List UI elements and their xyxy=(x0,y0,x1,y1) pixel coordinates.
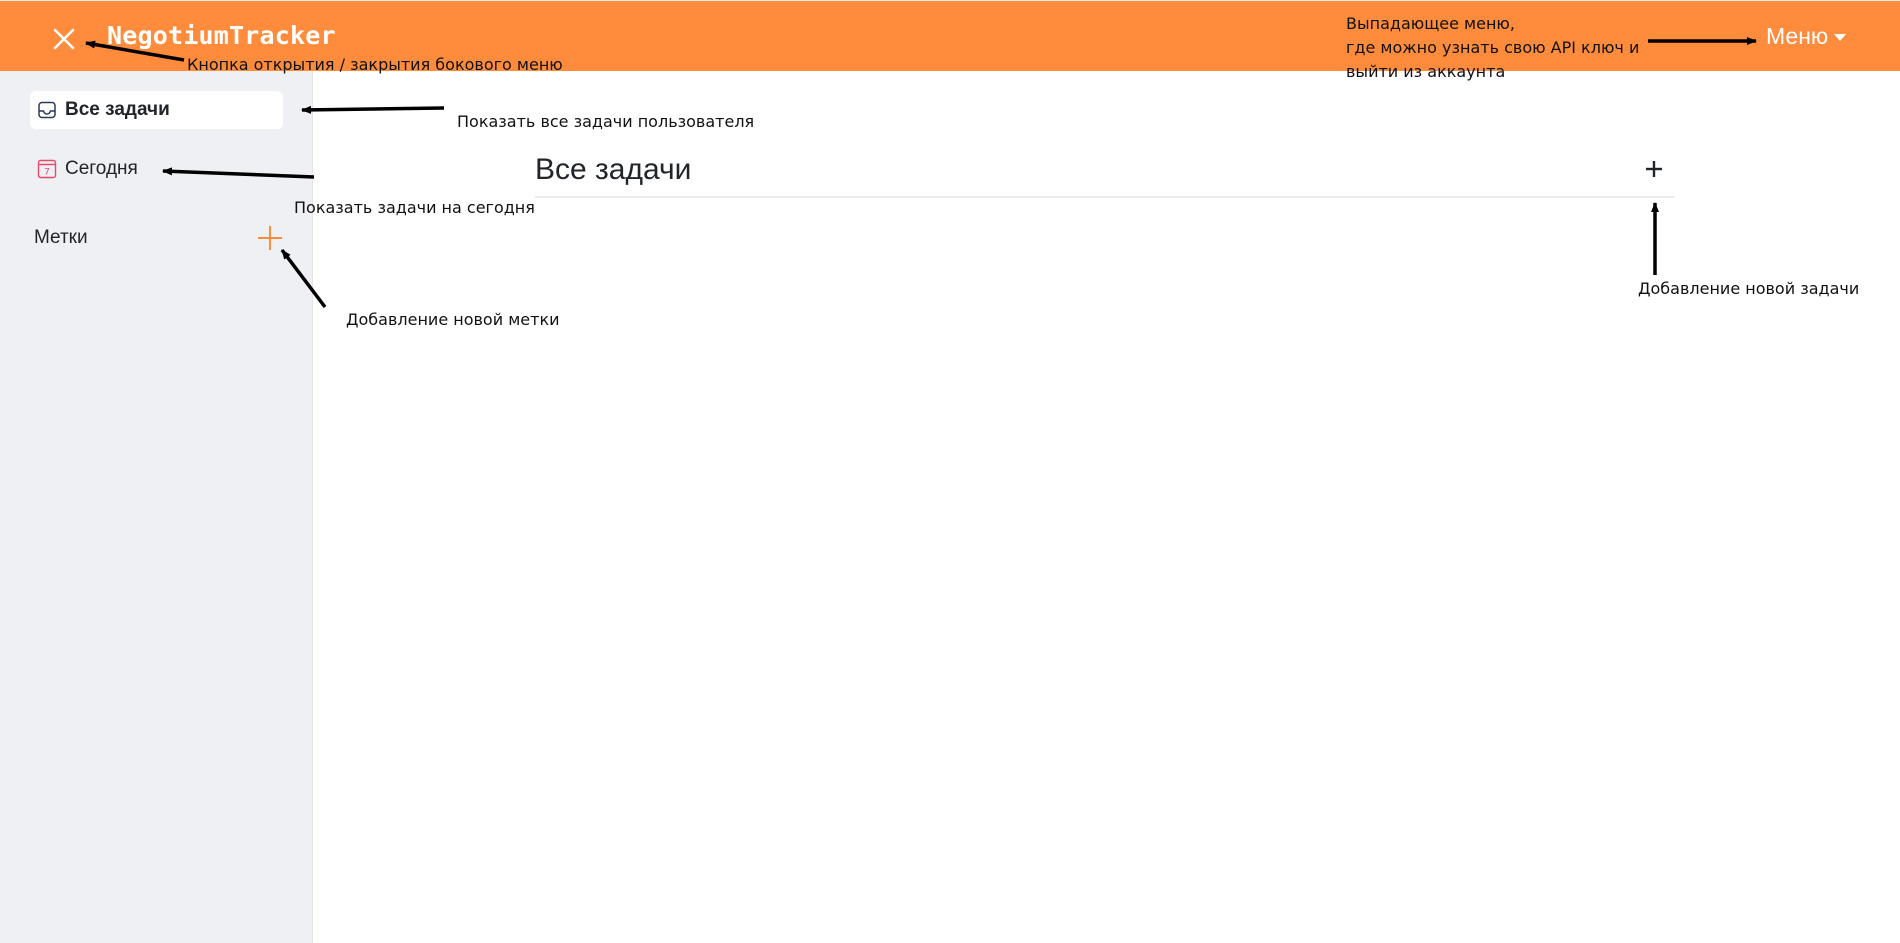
sidebar-item-all-tasks[interactable]: Все задачи xyxy=(30,91,283,129)
add-task-button[interactable] xyxy=(1641,156,1667,182)
main-header: Все задачи xyxy=(535,150,1675,198)
labels-section-header: Метки xyxy=(34,218,284,258)
sidebar-toggle-button[interactable] xyxy=(48,23,80,55)
menu-label: Меню xyxy=(1766,23,1829,49)
annotation-menu-line-1: Выпадающее меню, xyxy=(1346,14,1515,33)
annotation-menu-line-3: выйти из аккаунта xyxy=(1346,62,1506,81)
sidebar-item-label: Все задачи xyxy=(65,99,170,120)
svg-text:7: 7 xyxy=(44,168,50,178)
sidebar-item-label: Сегодня xyxy=(65,158,138,179)
labels-title: Метки xyxy=(34,227,88,248)
annotation-add-task: Добавление новой задачи xyxy=(1638,279,1860,298)
annotation-all-tasks: Показать все задачи пользователя xyxy=(457,112,755,131)
page-title: Все задачи xyxy=(535,153,692,186)
sidebar-item-today[interactable]: 7 Сегодня xyxy=(30,150,283,188)
close-icon xyxy=(53,28,75,50)
annotation-today: Показать задачи на сегодня xyxy=(294,198,535,217)
plus-icon xyxy=(1646,161,1662,177)
add-label-button[interactable] xyxy=(256,224,284,252)
sidebar: Все задачи 7 Сегодня Метки xyxy=(0,71,313,943)
annotation-menu-line-2: где можно узнать свою API ключ и xyxy=(1346,38,1640,57)
inbox-icon xyxy=(36,99,58,121)
calendar-today-icon: 7 xyxy=(36,158,58,180)
annotation-add-label: Добавление новой метки xyxy=(346,310,560,329)
plus-icon xyxy=(258,226,282,250)
caret-down-icon xyxy=(1834,34,1847,41)
brand-logo[interactable]: NegotiumTracker xyxy=(107,21,336,50)
user-menu-dropdown[interactable]: Меню xyxy=(1766,23,1847,50)
arrow-all-tasks xyxy=(301,105,445,114)
annotation-toggle: Кнопка открытия / закрытия бокового меню xyxy=(187,55,563,74)
